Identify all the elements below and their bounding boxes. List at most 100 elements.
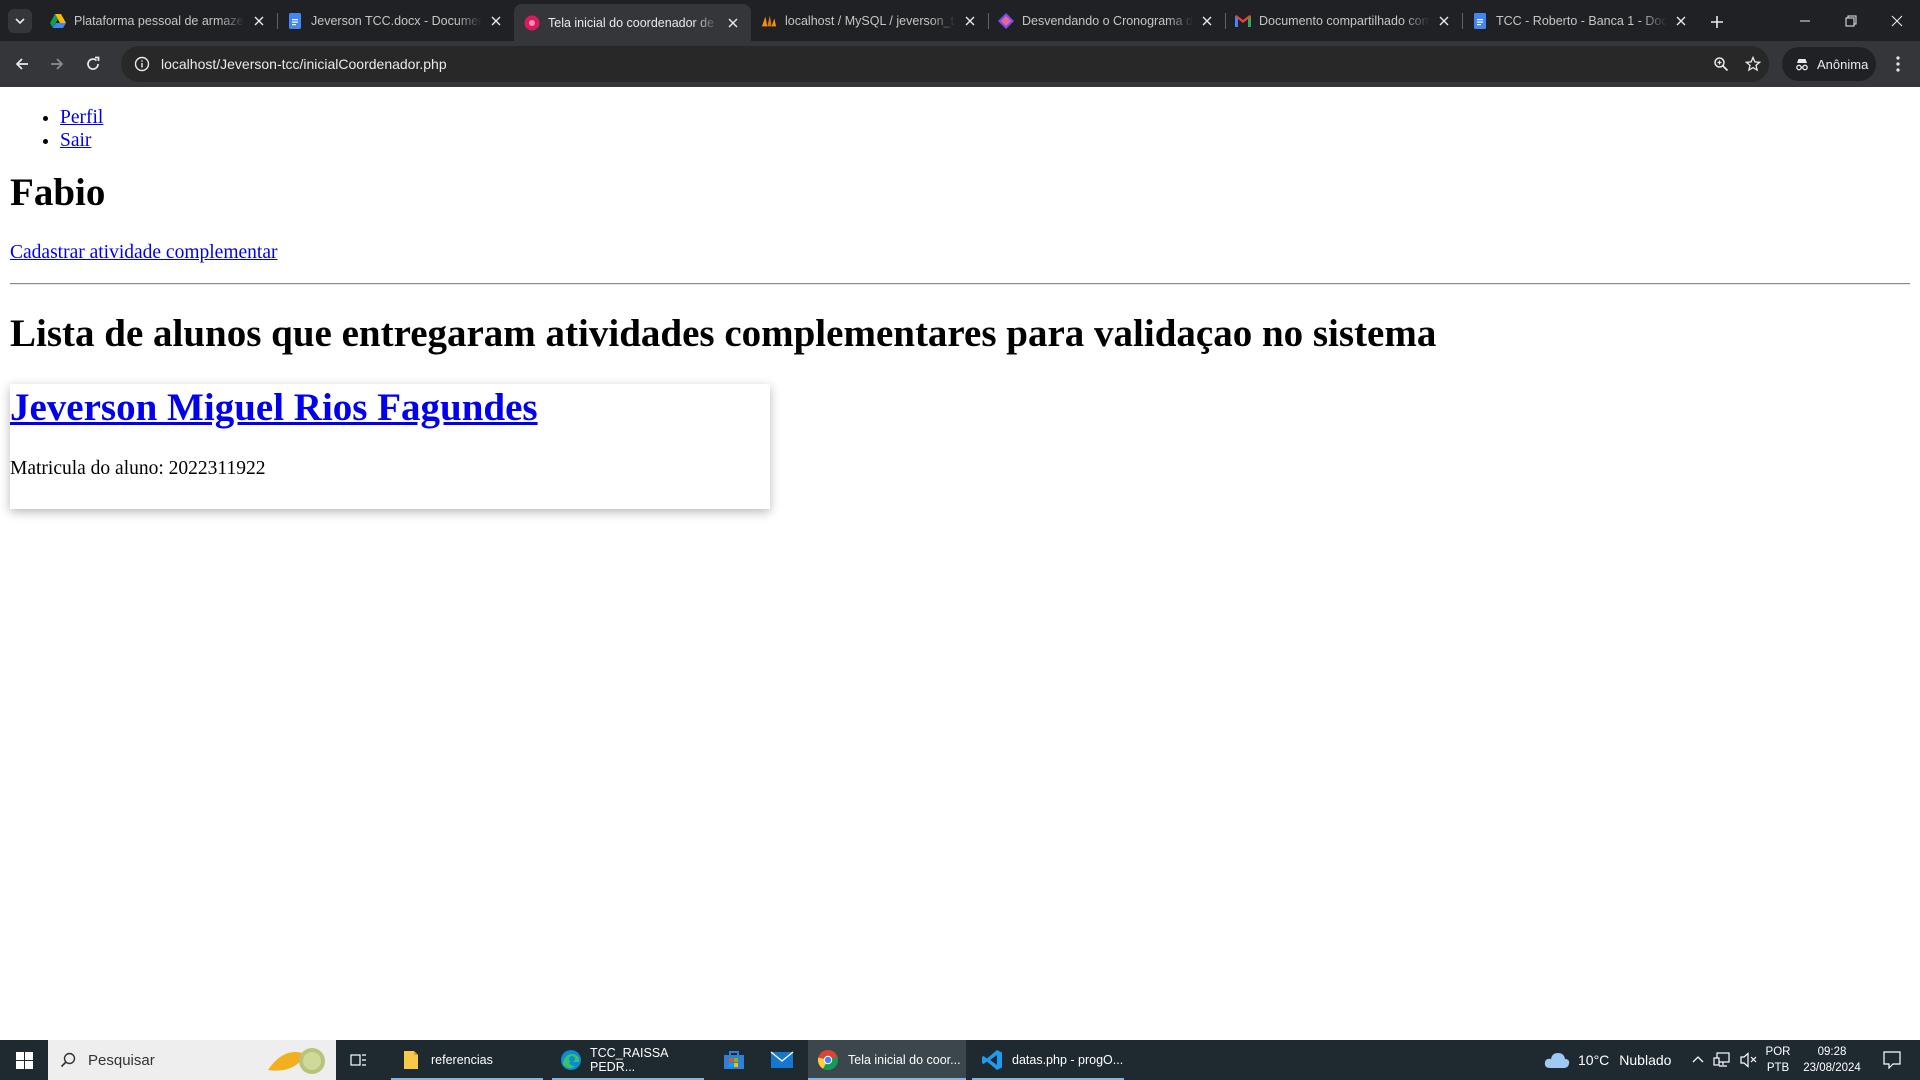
google-drive-icon [50, 13, 66, 29]
language-line1: POR [1765, 1046, 1791, 1058]
student-registration: Matricula do aluno: 2022311922 [10, 458, 266, 479]
taskbar-store[interactable] [710, 1040, 758, 1080]
browser-menu-button[interactable] [1884, 50, 1912, 78]
network-icon[interactable] [1713, 1052, 1731, 1068]
reload-button[interactable] [79, 50, 107, 78]
student-card: Jeverson Miguel Rios Fagundes Matricula … [10, 384, 770, 509]
user-name-heading: Fabio [10, 171, 106, 214]
cloud-icon [1544, 1053, 1570, 1068]
tab-list: Plataforma pessoal de armazenamento Jeve… [40, 4, 1699, 41]
language-line2: PTB [1766, 1062, 1790, 1074]
tab-title: Tela inicial do coordenador de curso [548, 15, 719, 30]
minimize-button[interactable] [1782, 0, 1828, 41]
tab-coordenador[interactable]: Tela inicial do coordenador de curso [514, 4, 751, 41]
sair-link[interactable]: Sair [60, 130, 91, 151]
tab-title: Documento compartilhado com você [1259, 13, 1430, 28]
taskbar-mail[interactable] [758, 1040, 806, 1080]
tab-gmail[interactable]: Documento compartilhado com você [1225, 4, 1462, 37]
clock[interactable]: 09:28 23/08/2024 [1800, 1040, 1864, 1080]
close-icon[interactable] [1436, 13, 1452, 29]
close-icon [1891, 15, 1903, 26]
phpmyadmin-icon [761, 13, 777, 29]
incognito-label: Anônima [1817, 56, 1869, 72]
language-indicator[interactable]: POR PTB [1765, 1040, 1791, 1080]
tab-phpmyadmin[interactable]: localhost / MySQL / jeverson_tcc [751, 4, 988, 37]
reload-icon [87, 56, 100, 70]
close-icon[interactable] [1199, 13, 1215, 29]
taskbar-app-label: TCC_RAISSA PEDR... [590, 1046, 668, 1074]
chevron-down-icon [15, 18, 25, 25]
browser-toolbar: localhost/Jeverson-tcc/inicialCoordenado… [0, 41, 1920, 87]
taskbar-app-edge[interactable]: TCC_RAISSA PEDR... [552, 1040, 704, 1080]
tab-search-button[interactable] [8, 9, 32, 33]
tab-gemini[interactable]: Desvendando o Cronograma do TCC [988, 4, 1225, 37]
tab-title: Plataforma pessoal de armazenamento [74, 13, 245, 28]
close-icon[interactable] [251, 13, 267, 29]
close-icon[interactable] [488, 13, 504, 29]
perfil-link[interactable]: Perfil [60, 107, 103, 128]
nav-item-perfil: Perfil [60, 106, 1910, 129]
more-vertical-icon [1896, 56, 1900, 72]
system-tray-icons [1692, 1040, 1758, 1080]
student-list-title: Lista de alunos que entregaram atividade… [10, 312, 1437, 355]
edge-icon [560, 1048, 582, 1072]
windows-logo-icon [15, 1051, 33, 1069]
new-tab-button[interactable] [1703, 8, 1731, 36]
clock-time: 09:28 [1817, 1046, 1847, 1058]
minimize-icon [1800, 20, 1810, 21]
divider [10, 283, 1910, 285]
arrow-right-icon [51, 58, 64, 70]
search-icon [60, 1052, 76, 1068]
arrow-left-icon [15, 58, 28, 70]
folder-icon [399, 1048, 423, 1072]
close-icon[interactable] [1673, 13, 1689, 29]
close-icon[interactable] [962, 13, 978, 29]
forward-button[interactable] [43, 50, 71, 78]
bookmark-star-icon[interactable] [1737, 46, 1769, 82]
gmail-icon [1235, 13, 1251, 29]
notification-center-button[interactable] [1872, 1040, 1912, 1080]
google-docs-icon [287, 12, 303, 29]
zoom-icon[interactable] [1705, 46, 1737, 82]
tab-title: Desvendando o Cronograma do TCC [1022, 13, 1193, 28]
register-activity-link[interactable]: Cadastrar atividade complementar [10, 242, 277, 264]
window-controls [1782, 0, 1920, 41]
task-view-button[interactable] [343, 1040, 375, 1080]
mail-icon [770, 1051, 794, 1068]
taskbar-search[interactable]: Pesquisar [48, 1040, 336, 1080]
taskbar-app-referencias[interactable]: referencias [391, 1040, 543, 1080]
back-button[interactable] [8, 50, 36, 78]
taskbar-app-label: datas.php - progO... [1012, 1053, 1124, 1067]
melon-decoration-icon [268, 1048, 325, 1074]
taskbar-app-chrome[interactable]: Tela inicial do coor... [808, 1040, 966, 1080]
task-view-icon [350, 1054, 366, 1066]
tab-strip: Plataforma pessoal de armazenamento Jeve… [0, 0, 1920, 41]
start-button[interactable] [0, 1040, 48, 1080]
tab-title: Jeverson TCC.docx - Documentos Google [311, 13, 482, 28]
plus-icon [1711, 16, 1723, 28]
tab-title: localhost / MySQL / jeverson_tcc [785, 13, 956, 28]
student-name-link[interactable]: Jeverson Miguel Rios Fagundes [10, 386, 538, 429]
incognito-indicator[interactable]: Anônima [1782, 47, 1876, 81]
close-icon[interactable] [725, 15, 741, 31]
tab-drive[interactable]: Plataforma pessoal de armazenamento [40, 4, 277, 37]
page-viewport: Perfil Sair Fabio Cadastrar atividade co… [0, 87, 1920, 1040]
tab-docs-jeverson[interactable]: Jeverson TCC.docx - Documentos Google [277, 4, 514, 37]
incognito-icon [1796, 59, 1808, 71]
vscode-icon [980, 1048, 1004, 1072]
chevron-up-icon[interactable] [1692, 1054, 1704, 1066]
tab-docs-roberto[interactable]: TCC - Roberto - Banca 1 - Documentos [1462, 4, 1699, 37]
clock-date: 23/08/2024 [1803, 1062, 1861, 1074]
info-icon[interactable] [125, 46, 159, 82]
volume-muted-icon[interactable] [1740, 1052, 1758, 1068]
weather-widget[interactable]: 10°C Nublado [1544, 1040, 1671, 1080]
close-window-button[interactable] [1874, 0, 1920, 41]
restore-button[interactable] [1828, 0, 1874, 41]
address-bar[interactable]: localhost/Jeverson-tcc/inicialCoordenado… [121, 46, 1769, 82]
google-docs-icon [1472, 12, 1488, 29]
taskbar-app-vscode[interactable]: datas.php - progO... [972, 1040, 1124, 1080]
store-icon [724, 1051, 744, 1069]
search-placeholder: Pesquisar [88, 1051, 155, 1069]
url-text[interactable]: localhost/Jeverson-tcc/inicialCoordenado… [161, 56, 1705, 72]
weather-temp: 10°C [1578, 1052, 1610, 1068]
